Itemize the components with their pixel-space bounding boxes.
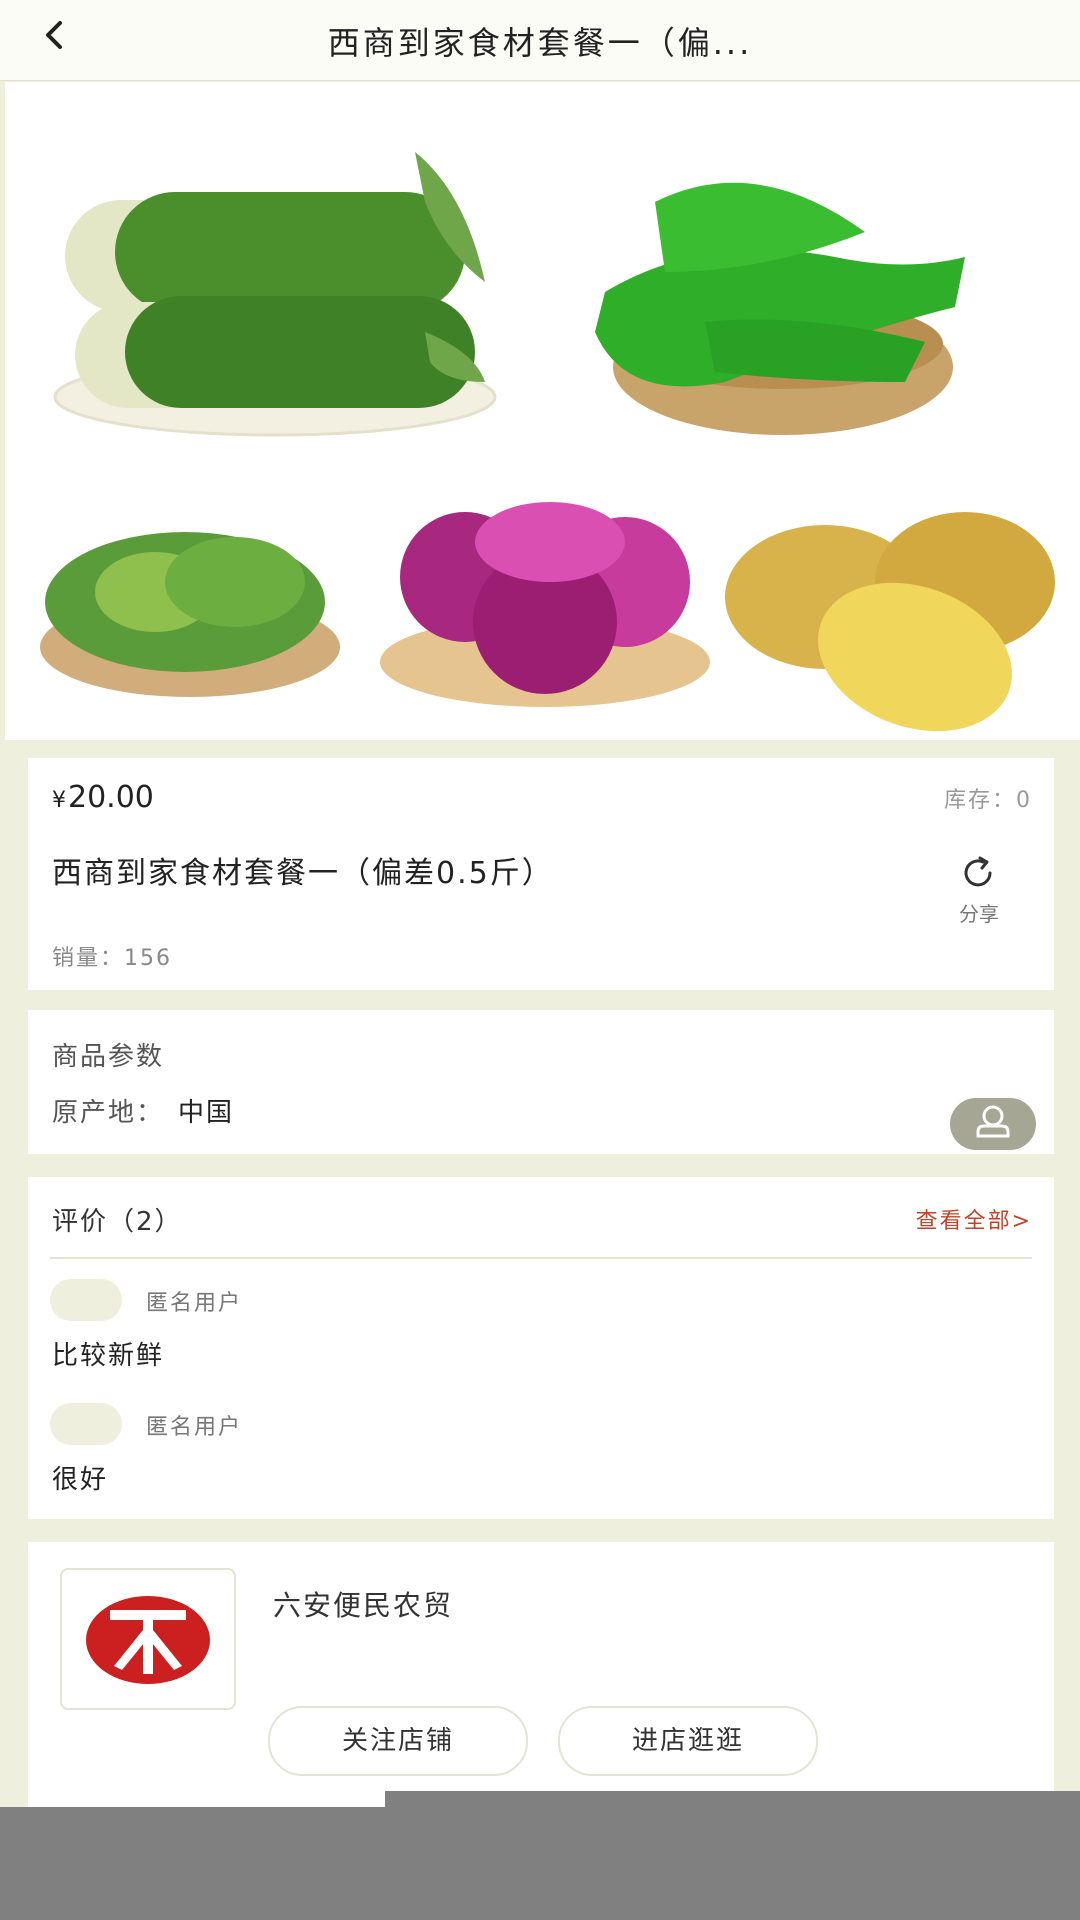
origin-label: 原产地： bbox=[52, 1098, 165, 1128]
store-card: 六安便民农贸 关注店铺 进店逛逛 bbox=[28, 1542, 1054, 1812]
wax-gourd-image bbox=[53, 152, 497, 437]
price-value: 20.00 bbox=[68, 780, 154, 815]
product-price: ¥20.00 bbox=[52, 780, 154, 815]
avatar bbox=[50, 1403, 122, 1445]
sales-count: 销量：156 bbox=[52, 946, 172, 971]
product-image-banner[interactable] bbox=[5, 82, 1080, 740]
cabbage-image bbox=[40, 532, 340, 697]
review-user-name: 匿名用户 bbox=[146, 1415, 243, 1440]
follow-store-button[interactable]: 关注店铺 bbox=[268, 1706, 528, 1776]
review-content: 比较新鲜 bbox=[52, 1341, 165, 1371]
store-logo[interactable] bbox=[60, 1568, 236, 1710]
customer-service-button[interactable] bbox=[950, 1098, 1036, 1150]
divider bbox=[50, 1257, 1032, 1259]
currency-symbol: ¥ bbox=[52, 788, 66, 813]
reviews-title: 评价（2） bbox=[52, 1207, 183, 1237]
customer-service-icon bbox=[976, 1105, 1010, 1138]
share-label: 分享 bbox=[959, 902, 999, 926]
origin-row: 原产地： 中国 bbox=[52, 1092, 234, 1129]
product-name: 西商到家食材套餐一（偏差0.5斤） bbox=[52, 856, 554, 891]
share-button[interactable]: 分享 bbox=[944, 854, 1014, 927]
params-title: 商品参数 bbox=[52, 1042, 165, 1072]
back-arrow-icon[interactable] bbox=[30, 14, 80, 64]
product-info-card: ¥20.00 库存：0 西商到家食材套餐一（偏差0.5斤） 分享 销量：156 bbox=[28, 758, 1054, 990]
onion-image bbox=[380, 502, 710, 707]
store-name: 六安便民农贸 bbox=[273, 1589, 454, 1622]
page-title: 西商到家食材套餐一（偏... bbox=[327, 24, 753, 62]
enter-store-button[interactable]: 进店逛逛 bbox=[558, 1706, 818, 1776]
review-content: 很好 bbox=[52, 1465, 109, 1495]
review-user-name: 匿名用户 bbox=[146, 1291, 243, 1316]
origin-value: 中国 bbox=[178, 1098, 235, 1128]
reviews-card: 评价（2） 查看全部> 匿名用户 比较新鲜 匿名用户 很好 bbox=[28, 1177, 1054, 1519]
avatar bbox=[50, 1279, 122, 1321]
bottom-overlay bbox=[0, 1807, 1080, 1920]
stock-count: 库存：0 bbox=[944, 788, 1032, 813]
top-nav-bar: 西商到家食材套餐一（偏... bbox=[0, 0, 1080, 81]
potato-image bbox=[725, 512, 1055, 732]
green-pepper-image bbox=[595, 182, 965, 435]
share-icon bbox=[964, 856, 992, 887]
view-all-reviews-link[interactable]: 查看全部> bbox=[916, 1203, 1032, 1235]
product-params-card: 商品参数 原产地： 中国 bbox=[28, 1010, 1054, 1154]
